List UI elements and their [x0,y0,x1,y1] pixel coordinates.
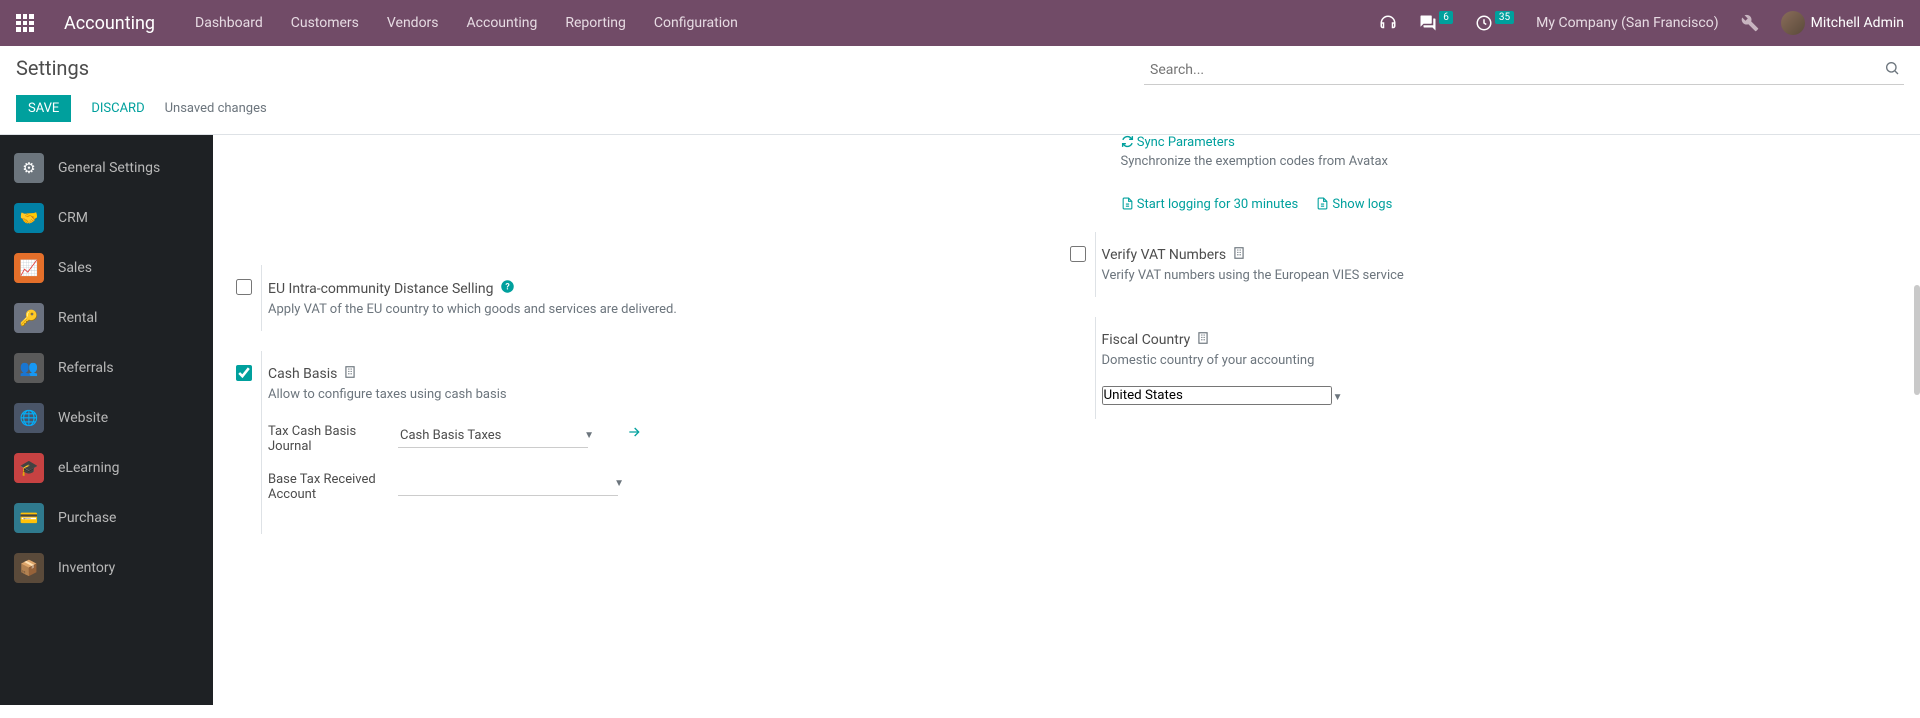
setting-desc: Domestic country of your accounting [1102,353,1532,368]
avatar [1781,11,1805,35]
company-selector[interactable]: My Company (San Francisco) [1536,15,1718,31]
menu-accounting[interactable]: Accounting [467,15,538,31]
sidebar-item-label: Inventory [58,560,115,576]
sidebar-item-label: Purchase [58,510,116,526]
main-layout: ⚙ General Settings 🤝 CRM 📈 Sales 🔑 Renta… [0,135,1920,705]
sidebar-item-label: CRM [58,210,88,226]
navbar-menu: Dashboard Customers Vendors Accounting R… [195,15,738,31]
setting-eu-distance-selling: EU Intra-community Distance Selling ? Ap… [261,265,1055,331]
setting-title-text: Fiscal Country [1102,332,1191,348]
top-navbar: Accounting Dashboard Customers Vendors A… [0,0,1920,46]
sync-desc: Synchronize the exemption codes from Ava… [1121,154,1889,169]
sidebar-item-label: Referrals [58,360,114,376]
user-name: Mitchell Admin [1811,15,1904,31]
user-menu[interactable]: Mitchell Admin [1781,11,1904,35]
activities-icon[interactable]: 35 [1475,14,1514,32]
avatax-sync-block: Sync Parameters Synchronize the exemptio… [1121,135,1889,212]
book-icon: 🎓 [14,453,44,483]
setting-fiscal-country: Fiscal Country Domestic country of your … [1095,317,1889,419]
help-icon[interactable]: ? [500,279,515,298]
sidebar-item-crm[interactable]: 🤝 CRM [0,193,213,243]
external-link-icon[interactable] [626,424,642,444]
sidebar-item-rental[interactable]: 🔑 Rental [0,293,213,343]
key-icon: 🔑 [14,303,44,333]
sidebar-item-label: Website [58,410,108,426]
field-base-tax-account: Base Tax Received Account ▼ [268,472,1055,502]
sidebar-item-purchase[interactable]: 💳 Purchase [0,493,213,543]
messages-icon[interactable]: 6 [1419,14,1453,32]
menu-reporting[interactable]: Reporting [565,15,626,31]
fiscal-country-select[interactable] [1102,386,1332,405]
show-logs-link[interactable]: Show logs [1316,197,1392,212]
setting-title-text: EU Intra-community Distance Selling [268,281,494,297]
building-icon [343,365,357,383]
sync-parameters-link[interactable]: Sync Parameters [1121,135,1235,150]
gear-icon: ⚙ [14,153,44,183]
box-icon: 📦 [14,553,44,583]
menu-customers[interactable]: Customers [291,15,359,31]
menu-dashboard[interactable]: Dashboard [195,15,263,31]
sidebar-item-label: eLearning [58,460,119,476]
debug-icon[interactable] [1741,14,1759,32]
setting-desc: Apply VAT of the EU country to which goo… [268,302,698,317]
apps-launcher-icon[interactable] [16,14,34,32]
menu-configuration[interactable]: Configuration [654,15,738,31]
people-icon: 👥 [14,353,44,383]
eu-distance-checkbox[interactable] [236,279,252,295]
activities-badge: 35 [1495,11,1514,24]
verify-vat-checkbox[interactable] [1070,246,1086,262]
chevron-down-icon[interactable]: ▼ [584,430,594,441]
sidebar-item-label: Sales [58,260,92,276]
building-icon [1232,246,1246,264]
page-title: Settings [16,56,89,80]
unsaved-indicator: Unsaved changes [165,101,267,116]
control-panel: Settings SAVE DISCARD Unsaved changes [0,46,1920,135]
svg-text:?: ? [505,283,510,293]
setting-cash-basis: Cash Basis Allow to configure taxes usin… [261,351,1055,534]
voip-icon[interactable] [1379,14,1397,32]
card-icon: 💳 [14,503,44,533]
setting-desc: Allow to configure taxes using cash basi… [268,387,698,402]
start-logging-link[interactable]: Start logging for 30 minutes [1121,197,1299,212]
handshake-icon: 🤝 [14,203,44,233]
messages-badge: 6 [1439,11,1453,24]
save-button[interactable]: SAVE [16,95,71,122]
sidebar-item-label: General Settings [58,160,160,176]
setting-title-text: Cash Basis [268,366,337,382]
menu-vendors[interactable]: Vendors [387,15,439,31]
journal-select[interactable] [398,424,588,448]
sidebar-item-label: Rental [58,310,97,326]
sidebar-item-inventory[interactable]: 📦 Inventory [0,543,213,593]
field-tax-cash-journal: Tax Cash Basis Journal ▼ [268,424,1055,454]
discard-button[interactable]: DISCARD [83,95,152,122]
building-icon [1196,331,1210,349]
sidebar-item-elearning[interactable]: 🎓 eLearning [0,443,213,493]
field-label: Tax Cash Basis Journal [268,424,378,454]
chevron-down-icon[interactable]: ▼ [1333,392,1343,403]
sidebar-item-referrals[interactable]: 👥 Referrals [0,343,213,393]
sidebar-item-general[interactable]: ⚙ General Settings [0,143,213,193]
setting-title-text: Verify VAT Numbers [1102,247,1227,263]
sidebar-item-sales[interactable]: 📈 Sales [0,243,213,293]
setting-desc: Verify VAT numbers using the European VI… [1102,268,1532,283]
settings-content: EU Intra-community Distance Selling ? Ap… [213,135,1920,705]
settings-sidebar: ⚙ General Settings 🤝 CRM 📈 Sales 🔑 Renta… [0,135,213,705]
chevron-down-icon[interactable]: ▼ [614,478,624,489]
field-label: Base Tax Received Account [268,472,378,502]
globe-icon: 🌐 [14,403,44,433]
search-box [1144,56,1904,85]
scrollbar[interactable] [1914,285,1920,395]
base-tax-select[interactable] [398,472,618,496]
setting-verify-vat: Verify VAT Numbers Verify VAT numbers us… [1095,232,1889,297]
chart-icon: 📈 [14,253,44,283]
cash-basis-checkbox[interactable] [236,365,252,381]
search-input[interactable] [1144,56,1904,85]
search-icon[interactable] [1884,60,1900,80]
app-brand: Accounting [64,13,155,34]
sidebar-item-website[interactable]: 🌐 Website [0,393,213,443]
